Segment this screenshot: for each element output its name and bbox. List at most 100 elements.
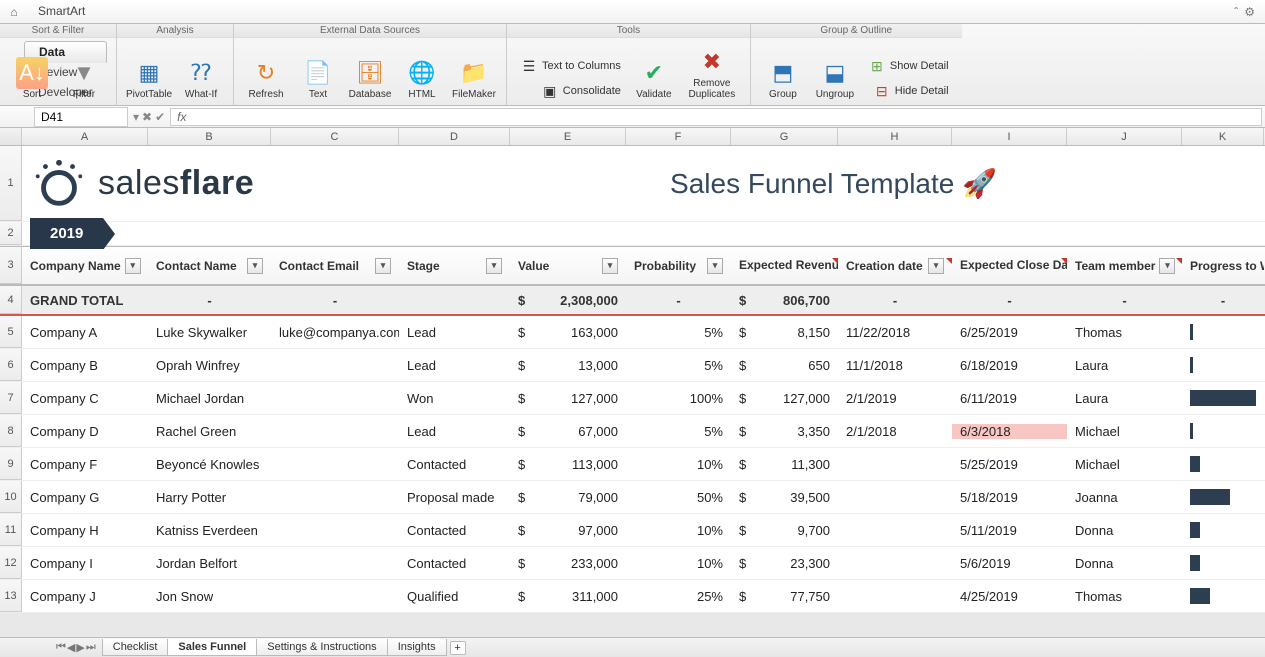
table-header-cell[interactable]: Value▾ — [510, 258, 626, 274]
cell-probability[interactable]: 10% — [626, 457, 731, 472]
hide-detail-button[interactable]: ⊟Hide Detail — [863, 79, 954, 103]
cell-expected-close-date[interactable]: 6/18/2019 — [952, 358, 1067, 373]
sort-button[interactable]: A↓Sort — [8, 43, 56, 103]
cell-value[interactable]: $67,000 — [510, 424, 626, 439]
cell-probability[interactable]: 10% — [626, 556, 731, 571]
spreadsheet-grid[interactable]: 1 salesflare Sales Funnel Template 🚀 2 2… — [0, 146, 1265, 613]
cell-creation-date[interactable]: 11/1/2018 — [838, 358, 952, 373]
filter-dropdown-icon[interactable]: ▾ — [1159, 258, 1175, 274]
cell-value[interactable]: $79,000 — [510, 490, 626, 505]
cell-creation-date[interactable]: 11/22/2018 — [838, 325, 952, 340]
row-header[interactable]: 1 — [0, 146, 22, 221]
cell-value[interactable]: $127,000 — [510, 391, 626, 406]
table-header-cell[interactable]: Contact Email▾ — [271, 258, 399, 274]
cell-progress[interactable] — [1182, 324, 1264, 340]
enter-icon[interactable]: ✔ — [155, 110, 165, 124]
cell-contact[interactable]: Katniss Everdeen — [148, 523, 271, 538]
pivottable-button[interactable]: ▦PivotTable — [125, 43, 173, 103]
cell-expected-revenue[interactable]: $23,300 — [731, 556, 838, 571]
ribbon-settings-icon[interactable]: ⚙ — [1244, 5, 1255, 19]
cell-expected-close-date[interactable]: 6/11/2019 — [952, 391, 1067, 406]
show-detail-button[interactable]: ⊞Show Detail — [863, 54, 954, 78]
cell-probability[interactable]: 10% — [626, 523, 731, 538]
from-database-button[interactable]: 🗄Database — [346, 43, 394, 103]
sheet-nav-next-icon[interactable]: ▶ — [76, 641, 84, 654]
cell-stage[interactable]: Won — [399, 391, 510, 406]
sheet-nav-first-icon[interactable]: ⏮ — [56, 641, 66, 654]
table-header-cell[interactable]: Creation date▾ — [838, 258, 952, 274]
row-header[interactable]: 4 — [0, 286, 22, 314]
cell-contact[interactable]: Oprah Winfrey — [148, 358, 271, 373]
cell-contact[interactable]: Michael Jordan — [148, 391, 271, 406]
cell-company[interactable]: Company A — [22, 325, 148, 340]
cell-company[interactable]: Company H — [22, 523, 148, 538]
cell-expected-close-date[interactable]: 6/25/2019 — [952, 325, 1067, 340]
add-sheet-button[interactable]: + — [450, 641, 466, 655]
column-header-B[interactable]: B — [148, 128, 271, 145]
formula-input[interactable]: fx — [170, 108, 1262, 126]
table-header-cell[interactable]: Progress to W▾ — [1182, 258, 1264, 274]
cell-value[interactable]: $13,000 — [510, 358, 626, 373]
cell-value[interactable]: $113,000 — [510, 457, 626, 472]
column-header-G[interactable]: G — [731, 128, 838, 145]
row-header[interactable]: 8 — [0, 415, 22, 447]
cell-expected-revenue[interactable]: $8,150 — [731, 325, 838, 340]
table-header-cell[interactable]: Company Name▾ — [22, 258, 148, 274]
remove-duplicates-button[interactable]: ✖Remove Duplicates — [682, 43, 742, 103]
cell-stage[interactable]: Lead — [399, 358, 510, 373]
column-header-I[interactable]: I — [952, 128, 1067, 145]
row-header[interactable]: 5 — [0, 316, 22, 348]
cell-company[interactable]: Company F — [22, 457, 148, 472]
row-header[interactable]: 10 — [0, 481, 22, 513]
cell-email[interactable]: luke@companya.com — [271, 325, 399, 340]
cell-progress[interactable] — [1182, 390, 1264, 406]
cell-progress[interactable] — [1182, 522, 1264, 538]
name-box-dropdown-icon[interactable]: ▾ — [133, 110, 139, 124]
cell-company[interactable]: Company B — [22, 358, 148, 373]
table-header-cell[interactable]: Probability▾ — [626, 258, 731, 274]
consolidate-button[interactable]: ▣Consolidate — [515, 79, 626, 103]
cell-progress[interactable] — [1182, 423, 1264, 439]
cell-stage[interactable]: Contacted — [399, 457, 510, 472]
cell-team-member[interactable]: Thomas — [1067, 589, 1182, 604]
filter-dropdown-icon[interactable]: ▾ — [375, 258, 391, 274]
cell-contact[interactable]: Rachel Green — [148, 424, 271, 439]
table-header-cell[interactable]: Stage▾ — [399, 258, 510, 274]
cell-team-member[interactable]: Michael — [1067, 424, 1182, 439]
cell-company[interactable]: Company C — [22, 391, 148, 406]
row-header[interactable]: 12 — [0, 547, 22, 579]
cell-team-member[interactable]: Michael — [1067, 457, 1182, 472]
collapse-ribbon-icon[interactable]: ˆ — [1234, 5, 1238, 19]
row-header[interactable]: 13 — [0, 580, 22, 612]
text-to-columns-button[interactable]: ☰Text to Columns — [515, 54, 626, 78]
cell-expected-close-date[interactable]: 5/11/2019 — [952, 523, 1067, 538]
column-header-C[interactable]: C — [271, 128, 399, 145]
cell-stage[interactable]: Lead — [399, 325, 510, 340]
cell-company[interactable]: Company I — [22, 556, 148, 571]
table-header-cell[interactable]: Expected Revenue▾ — [731, 258, 838, 274]
cell-expected-revenue[interactable]: $9,700 — [731, 523, 838, 538]
cell-expected-revenue[interactable]: $3,350 — [731, 424, 838, 439]
filter-dropdown-icon[interactable]: ▾ — [602, 258, 618, 274]
filter-dropdown-icon[interactable]: ▾ — [247, 258, 263, 274]
ungroup-button[interactable]: ⬓Ungroup — [811, 43, 859, 103]
table-header-cell[interactable]: Expected Close Date▾ — [952, 258, 1067, 274]
cell-expected-revenue[interactable]: $11,300 — [731, 457, 838, 472]
cell-company[interactable]: Company D — [22, 424, 148, 439]
cell-expected-close-date[interactable]: 5/6/2019 — [952, 556, 1067, 571]
filter-dropdown-icon[interactable]: ▾ — [707, 258, 723, 274]
cell-team-member[interactable]: Donna — [1067, 523, 1182, 538]
group-button[interactable]: ⬒Group — [759, 43, 807, 103]
cell-team-member[interactable]: Thomas — [1067, 325, 1182, 340]
cell-stage[interactable]: Proposal made — [399, 490, 510, 505]
row-header[interactable]: 7 — [0, 382, 22, 414]
cell-probability[interactable]: 50% — [626, 490, 731, 505]
cell-stage[interactable]: Lead — [399, 424, 510, 439]
cell-probability[interactable]: 5% — [626, 358, 731, 373]
cell-progress[interactable] — [1182, 489, 1264, 505]
cell-expected-revenue[interactable]: $39,500 — [731, 490, 838, 505]
sheet-tab[interactable]: Insights — [387, 639, 447, 656]
filter-dropdown-icon[interactable]: ▾ — [486, 258, 502, 274]
cell-team-member[interactable]: Laura — [1067, 358, 1182, 373]
name-box[interactable] — [34, 107, 128, 127]
